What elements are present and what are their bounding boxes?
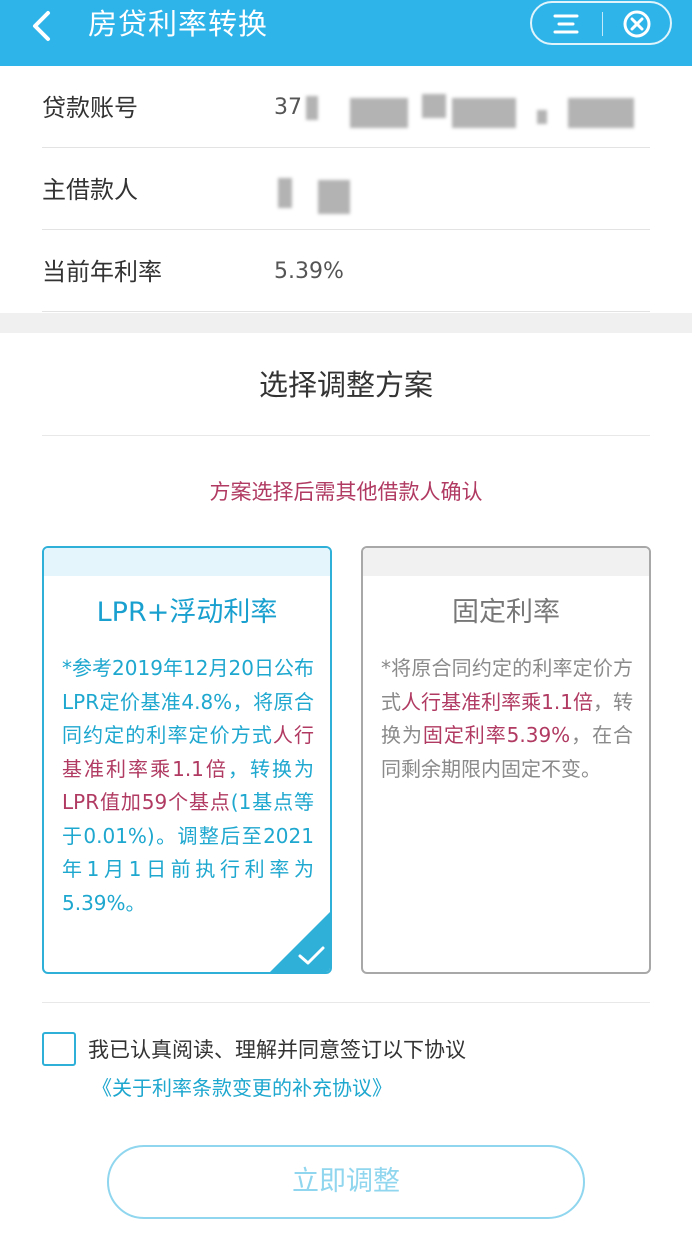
description-text: ，转换为 [227,756,315,781]
divider [42,1002,650,1003]
current-rate-label: 当前年利率 [42,258,162,286]
card-header-band [44,548,330,576]
agreement-checkbox[interactable] [42,1032,76,1066]
plan-card-lpr[interactable]: LPR+浮动利率 *参考2019年12月20日公布LPR定价基准4.8%，将原合… [42,546,332,974]
plan-card-fixed-title: 固定利率 [452,597,560,628]
redaction-block [350,98,408,128]
agreement-link[interactable]: 《关于利率条款变更的补充协议》 [92,1071,392,1105]
current-rate-row: 当前年利率 5.39% [42,232,650,312]
back-button[interactable] [22,6,62,46]
page-title: 房贷利率转换 [88,7,269,41]
redaction-block [422,94,446,118]
loan-account-row: 贷款账号 37 [42,68,650,148]
redaction-block [278,178,292,208]
redaction-block [306,96,318,120]
selected-check-icon [270,912,330,972]
app-header: 房贷利率转换 [0,0,692,66]
close-button[interactable] [620,8,654,40]
plan-card-fixed-description: *将原合同约定的利率定价方式人行基准利率乘1.1倍，转换为固定利率5.39%，在… [381,652,633,786]
confirm-notice: 方案选择后需其他借款人确认 [209,480,483,504]
menu-icon [553,14,579,34]
redaction-block [568,98,634,128]
adjust-now-button[interactable]: 立即调整 [107,1145,585,1219]
menu-button[interactable] [550,9,582,39]
plan-section-title: 选择调整方案 [258,368,433,402]
redaction-block [537,110,547,124]
plan-card-fixed[interactable]: 固定利率 *将原合同约定的利率定价方式人行基准利率乘1.1倍，转换为固定利率5.… [361,546,651,974]
loan-account-label: 贷款账号 [42,94,138,122]
capsule-divider [602,12,603,36]
agreement-text: 我已认真阅读、理解并同意签订以下协议 [88,1038,466,1062]
redaction-block [452,98,516,128]
highlight-text: LPR值加59个基点 [62,790,231,814]
main-borrower-label: 主借款人 [42,176,138,204]
highlight-text: 人行基准利率乘1.1倍 [401,689,593,714]
divider [42,435,650,436]
highlight-text: 固定利率5.39% [422,723,571,747]
mini-program-capsule [530,1,672,45]
section-separator [0,313,692,333]
plan-card-lpr-title: LPR+浮动利率 [96,597,278,628]
current-rate-value: 5.39% [274,259,344,284]
redaction-block [318,180,350,214]
chevron-left-icon [33,11,50,41]
loan-account-value: 37 [274,95,302,120]
close-circle-icon [623,10,651,38]
plan-card-lpr-description: *参考2019年12月20日公布LPR定价基准4.8%，将原合同约定的利率定价方… [62,652,314,920]
card-header-band [363,548,649,576]
main-borrower-row: 主借款人 [42,150,650,230]
